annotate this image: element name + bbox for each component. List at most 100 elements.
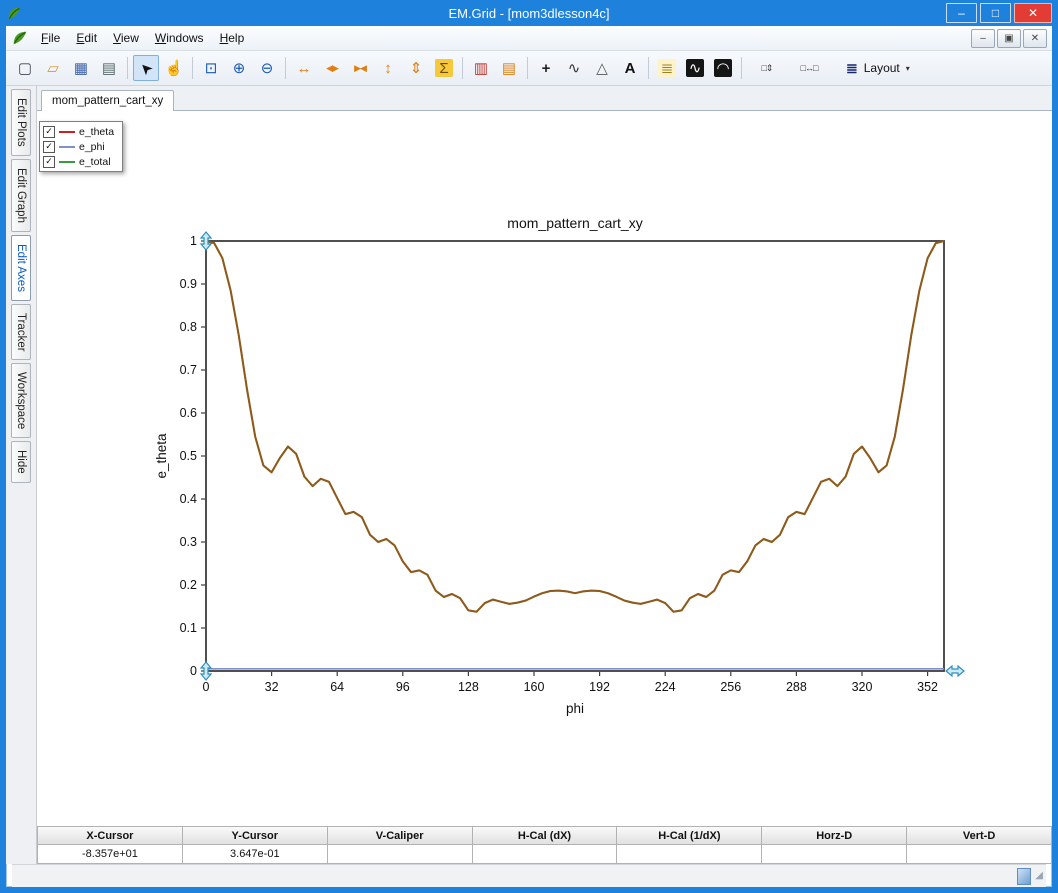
- autoscale-sigma-icon[interactable]: Σ: [431, 55, 457, 81]
- zoom-in-icon[interactable]: ⊕: [226, 55, 252, 81]
- mdi-close-button[interactable]: ✕: [1023, 28, 1047, 48]
- legend-checkbox-e_phi[interactable]: ✓: [43, 140, 55, 153]
- readout-value-cell: [762, 845, 908, 864]
- app-menu-icon: [11, 29, 29, 47]
- toolbar: ▢ ▱ ▦ ▤ ➤ ☝ ⊡ ⊕ ⊖ ↔ ◀▶ ▶◀ ↕ ⇕ Σ ▥ ▤ + ∿ △ A ≣ ∿ ◠ □⇕ □↔□ ≣ Layout ▾: [6, 51, 1052, 86]
- layout-button[interactable]: ≣ Layout ▾: [836, 54, 920, 82]
- text-annotation-icon[interactable]: A: [617, 55, 643, 81]
- legend-label: e_theta: [79, 125, 115, 138]
- legend-item-e_phi: ✓ e_phi: [43, 140, 114, 153]
- main-area: Edit Plots Edit Graph Edit Axes Tracker Work…: [6, 86, 1053, 864]
- crosshair-cursor-icon[interactable]: +: [533, 55, 559, 81]
- menu-help[interactable]: Help: [212, 28, 253, 48]
- status-accent: [1017, 867, 1032, 885]
- zoom-window-icon[interactable]: ⊡: [198, 55, 224, 81]
- svg-text:0.4: 0.4: [180, 492, 197, 506]
- expand-y-axis-icon[interactable]: ↕: [375, 55, 401, 81]
- readout-value-cell: [907, 845, 1053, 864]
- app-logo-icon: [6, 4, 24, 22]
- shift-x-axis-icon[interactable]: ◀▶: [319, 55, 345, 81]
- svg-text:32: 32: [265, 680, 279, 694]
- fft-wave-2-icon[interactable]: ◠: [710, 55, 736, 81]
- open-file-icon[interactable]: ▱: [40, 55, 66, 81]
- svg-text:0.5: 0.5: [180, 449, 197, 463]
- svg-text:320: 320: [852, 680, 873, 694]
- new-file-icon[interactable]: ▢: [12, 55, 38, 81]
- axes-curve-icon[interactable]: ∿: [561, 55, 587, 81]
- content-area: mom_pattern_cart_xy mom_pattern_cart_xy 0…: [37, 86, 1053, 864]
- svg-text:0: 0: [203, 680, 210, 694]
- readout-table: X-Cursor Y-Cursor V-Caliper H-Cal (dX) H-Cal…: [37, 826, 1053, 864]
- menu-file[interactable]: File: [33, 28, 68, 48]
- sidebar-tab-edit-graph[interactable]: Edit Graph: [11, 158, 31, 232]
- fft-wave-1-icon[interactable]: ∿: [682, 55, 708, 81]
- expand-x-axis-icon[interactable]: ↔: [291, 55, 317, 81]
- legend-line-swatch: [59, 145, 75, 148]
- readout-header-cell: H-Cal (1/dX): [617, 826, 763, 845]
- compress-x-axis-icon[interactable]: ▶◀: [347, 55, 373, 81]
- svg-text:1: 1: [190, 234, 197, 248]
- notes-page-icon[interactable]: ≣: [654, 55, 680, 81]
- toolbar-separator: [192, 57, 193, 79]
- svg-text:256: 256: [720, 680, 741, 694]
- legend-checkbox-e_total[interactable]: ✓: [43, 155, 55, 168]
- readout-header-cell: Y-Cursor: [182, 826, 328, 845]
- close-button[interactable]: ✕: [1014, 3, 1052, 23]
- print-icon[interactable]: ▤: [96, 55, 122, 81]
- document-tab-label: mom_pattern_cart_xy: [52, 95, 164, 107]
- sidebar-tab-tracker[interactable]: Tracker: [11, 303, 31, 361]
- document-tabstrip: mom_pattern_cart_xy: [37, 86, 1052, 111]
- sidebar-tab-hide[interactable]: Hide: [11, 441, 31, 484]
- title-bar: EM.Grid - [mom3dlesson4c] – □ ✕: [0, 0, 1058, 26]
- pointer-select-icon[interactable]: ➤: [133, 55, 159, 81]
- fit-horizontal-range-icon[interactable]: □↔□: [789, 55, 829, 81]
- mdi-buttons: – ▣ ✕: [969, 28, 1047, 48]
- svg-text:0.1: 0.1: [180, 621, 197, 635]
- save-file-icon[interactable]: ▦: [68, 55, 94, 81]
- minimize-button[interactable]: –: [946, 3, 977, 23]
- svg-text:mom_pattern_cart_xy: mom_pattern_cart_xy: [507, 215, 642, 231]
- svg-text:0.3: 0.3: [180, 535, 197, 549]
- toolbar-separator: [285, 57, 286, 79]
- fit-vertical-range-icon[interactable]: □⇕: [747, 55, 787, 81]
- legend-label: e_phi: [79, 140, 105, 153]
- readout-value-cell: -8.357e+01: [37, 845, 183, 864]
- maximize-button[interactable]: □: [980, 3, 1011, 23]
- readout-value-cell: [472, 845, 618, 864]
- status-bar: ◢: [12, 864, 1046, 887]
- readout-header-cell: H-Cal (dX): [472, 826, 618, 845]
- horizontal-marker-lines-icon[interactable]: ▤: [496, 55, 522, 81]
- document-tab[interactable]: mom_pattern_cart_xy: [41, 90, 175, 111]
- sidebar-tab-edit-axes[interactable]: Edit Axes: [11, 234, 31, 301]
- chart[interactable]: mom_pattern_cart_xy 0 32 64 96 128 160 192 224 25…: [37, 111, 1052, 826]
- vertical-marker-lines-icon[interactable]: ▥: [468, 55, 494, 81]
- slope-triangle-icon[interactable]: △: [589, 55, 615, 81]
- plot-canvas: mom_pattern_cart_xy 0 32 64 96 128 160 192 224 25…: [37, 111, 1052, 826]
- svg-text:0.6: 0.6: [180, 406, 197, 420]
- readout-header-cell: Vert-D: [907, 826, 1053, 845]
- readout-value-cell: 3.647e-01: [182, 845, 328, 864]
- toolbar-separator: [127, 57, 128, 79]
- svg-text:0.2: 0.2: [180, 578, 197, 592]
- sidebar-tab-edit-plots[interactable]: Edit Plots: [11, 89, 31, 156]
- sidebar-tab-workspace[interactable]: Workspace: [11, 363, 31, 439]
- resize-grip[interactable]: ◢: [1035, 871, 1043, 881]
- legend-checkbox-e_theta[interactable]: ✓: [43, 125, 55, 138]
- legend-line-swatch: [59, 130, 75, 133]
- legend: ✓ e_theta ✓ e_phi ✓ e_total: [39, 121, 124, 172]
- mdi-restore-button[interactable]: ▣: [997, 28, 1021, 48]
- pan-hand-icon[interactable]: ☝: [161, 55, 187, 81]
- zoom-out-icon[interactable]: ⊖: [254, 55, 280, 81]
- mdi-minimize-button[interactable]: –: [971, 28, 995, 48]
- shift-y-axis-icon[interactable]: ⇕: [403, 55, 429, 81]
- svg-text:e_theta: e_theta: [154, 433, 169, 479]
- readout-header-cell: Horz-D: [762, 826, 908, 845]
- menu-windows[interactable]: Windows: [147, 28, 212, 48]
- svg-text:0.9: 0.9: [180, 277, 197, 291]
- layout-icon: ≣: [846, 59, 858, 76]
- app-window: EM.Grid - [mom3dlesson4c] – □ ✕ File Edit Vi…: [0, 0, 1058, 893]
- toolbar-separator: [527, 57, 528, 79]
- menu-view[interactable]: View: [105, 28, 147, 48]
- menu-edit[interactable]: Edit: [68, 28, 105, 48]
- svg-text:224: 224: [655, 680, 676, 694]
